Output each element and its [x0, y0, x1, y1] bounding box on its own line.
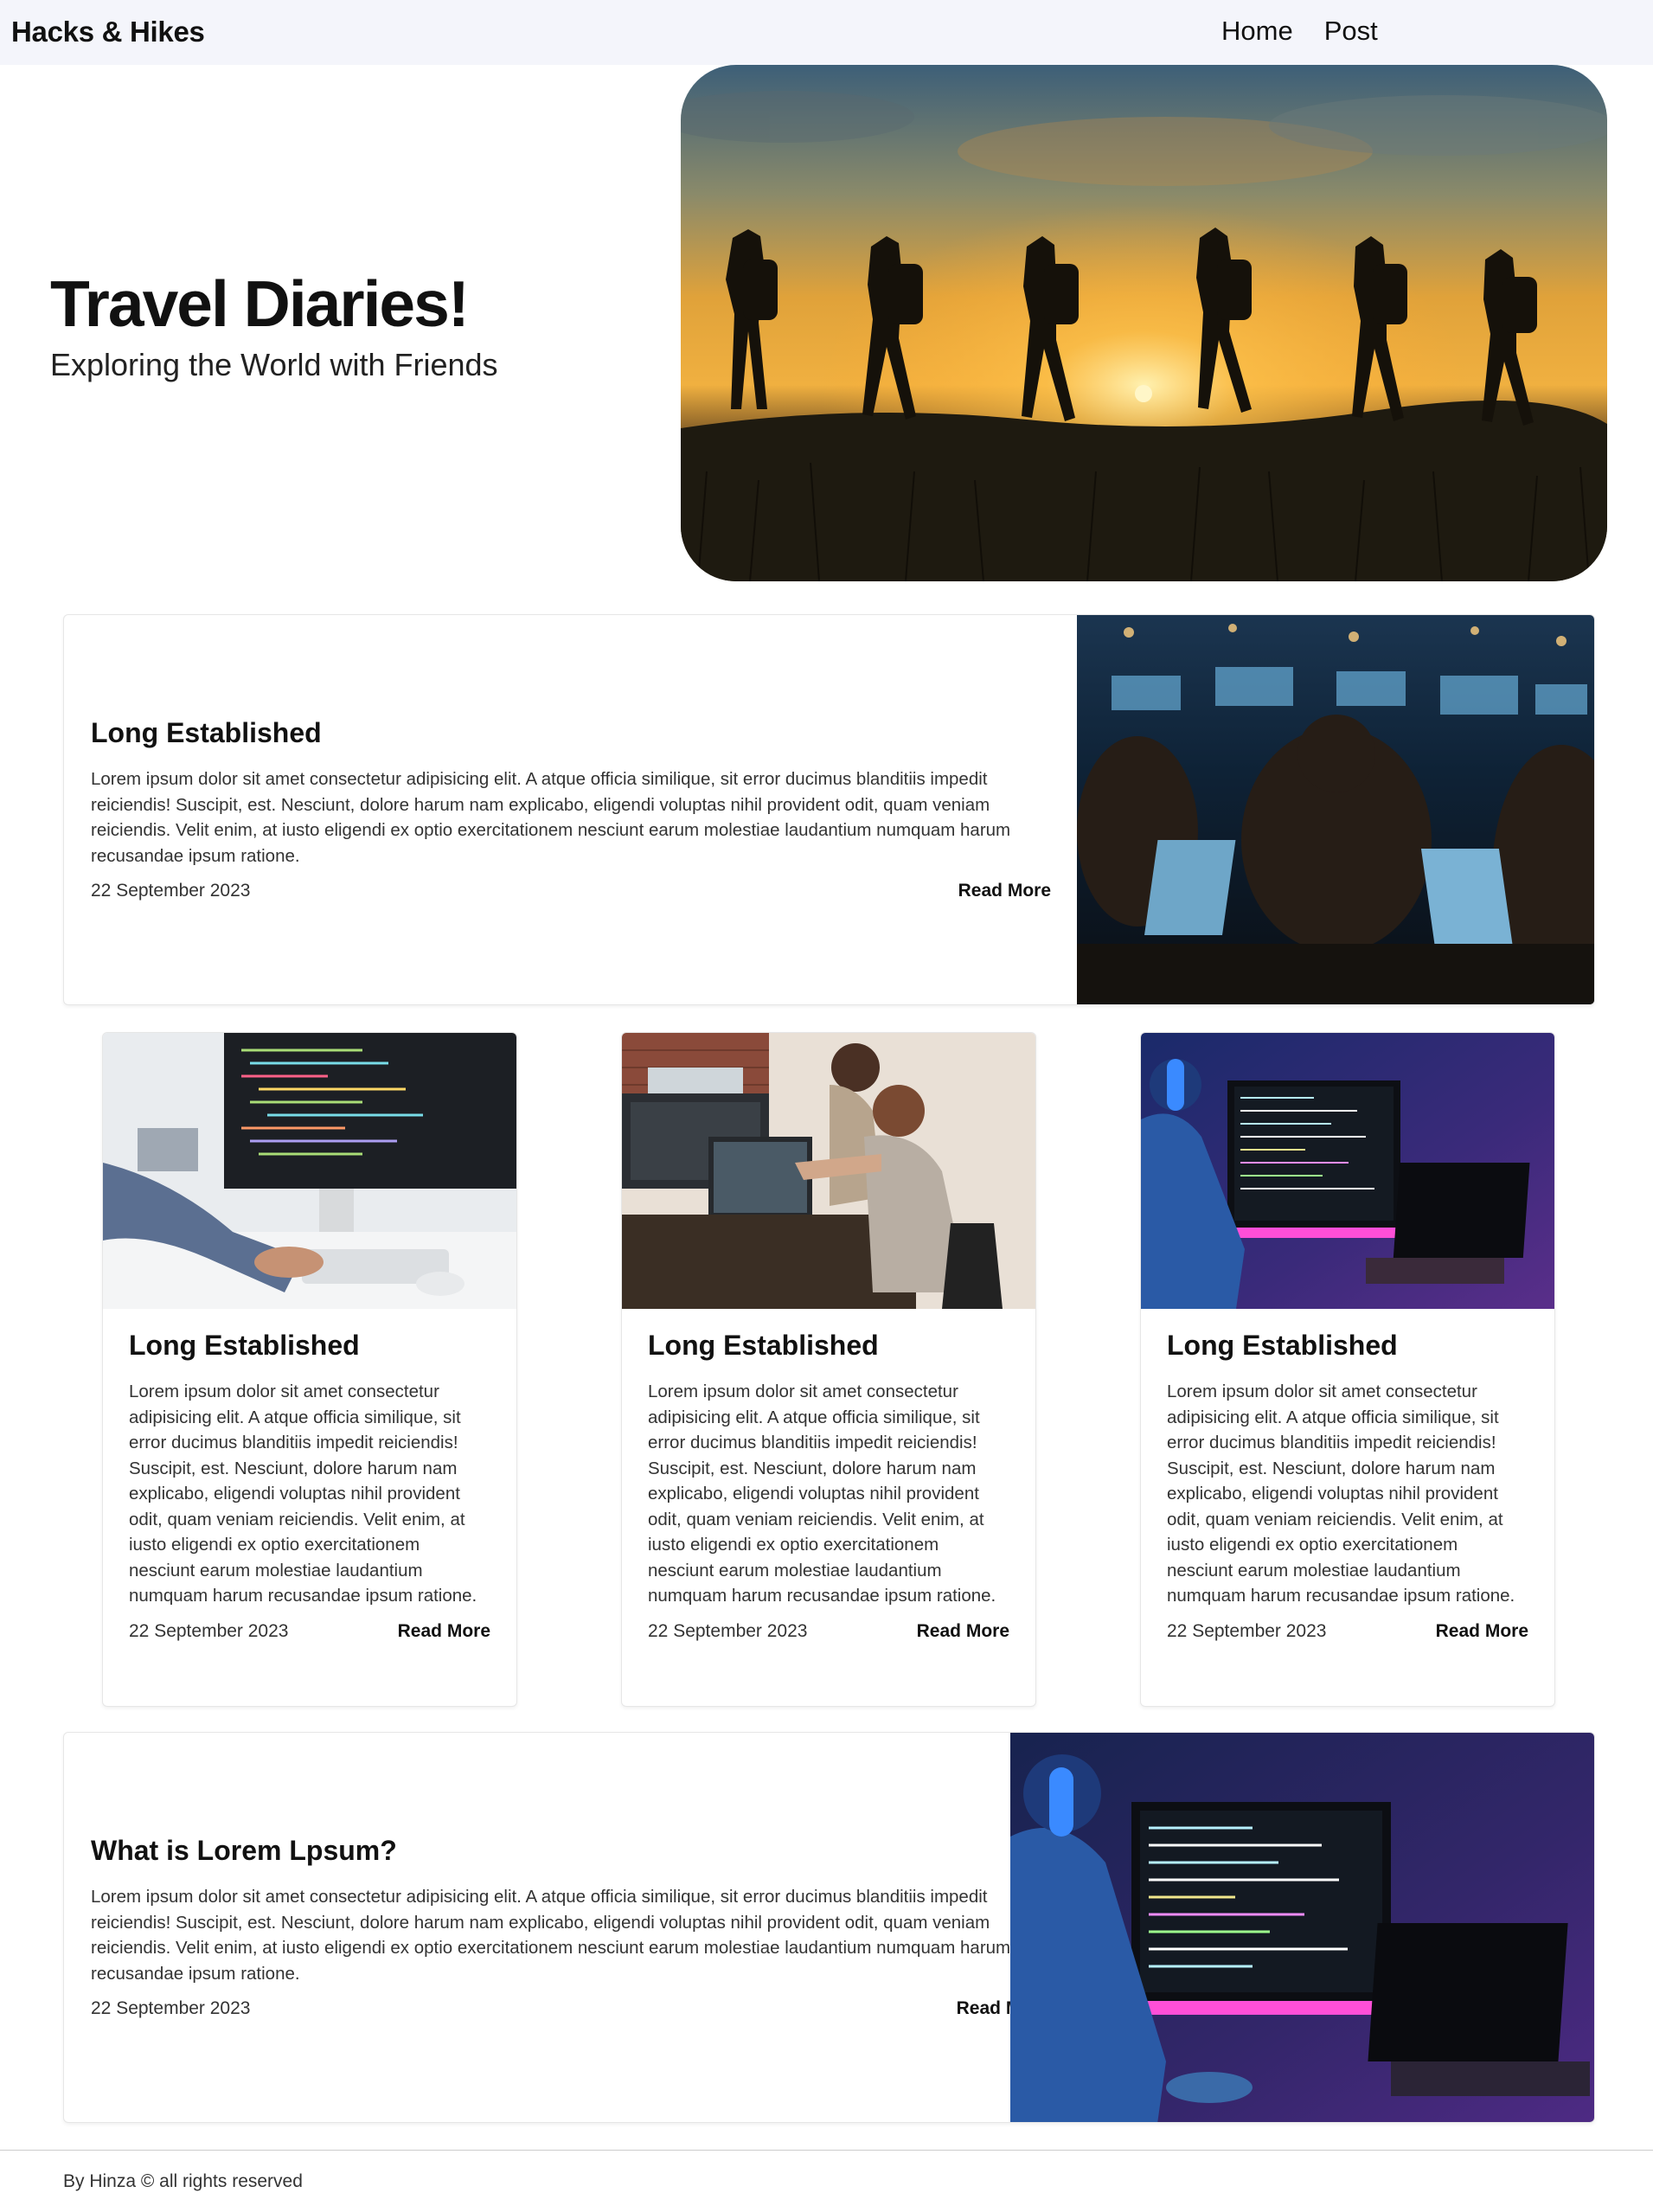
featured-post-excerpt: Lorem ipsum dolor sit amet consectetur a…: [91, 769, 1011, 866]
post-card-image: [622, 1033, 1035, 1309]
nav-links: Home Post: [1221, 16, 1378, 47]
footer-copyright: By Hinza © all rights reserved: [63, 2171, 303, 2191]
post-card-excerpt: Lorem ipsum dolor sit amet consectetur a…: [129, 1382, 477, 1606]
footer-divider: [0, 2150, 1653, 2151]
post-card-image: [103, 1033, 516, 1309]
post-card-image: [1141, 1033, 1554, 1309]
bottom-post-body: What is Lorem Lpsum? Lorem ipsum dolor s…: [91, 1835, 1049, 2019]
hero-title: Travel Diaries!: [50, 267, 470, 340]
brand-logo[interactable]: Hacks & Hikes: [11, 16, 205, 48]
featured-post-date: 22 September 2023: [91, 881, 251, 901]
post-card-body: Long Established Lorem ipsum dolor sit a…: [103, 1309, 516, 1642]
post-card: Long Established Lorem ipsum dolor sit a…: [621, 1032, 1036, 1707]
post-card-title[interactable]: Long Established: [129, 1330, 490, 1362]
post-card-read-more-link[interactable]: Read More: [398, 1621, 490, 1642]
nav-link-post[interactable]: Post: [1324, 16, 1378, 47]
bottom-post-image: [1010, 1733, 1594, 2122]
post-card-meta: 22 September 2023 Read More: [129, 1621, 490, 1642]
hero-text: Travel Diaries! Exploring the World with…: [50, 268, 498, 383]
nav-link-home[interactable]: Home: [1221, 16, 1293, 47]
post-card-date: 22 September 2023: [1167, 1620, 1327, 1641]
featured-post-image: [1077, 615, 1594, 1004]
featured-post-meta: 22 September 2023 Read More: [91, 881, 1051, 901]
post-card-body: Long Established Lorem ipsum dolor sit a…: [1141, 1309, 1554, 1642]
bottom-post-title[interactable]: What is Lorem Lpsum?: [91, 1835, 1049, 1867]
post-card-meta: 22 September 2023 Read More: [1167, 1621, 1528, 1642]
hero-image-hikers: [681, 65, 1607, 581]
post-card: Long Established Lorem ipsum dolor sit a…: [102, 1032, 517, 1707]
bottom-post-excerpt: Lorem ipsum dolor sit amet consectetur a…: [91, 1887, 1011, 1984]
post-card-body: Long Established Lorem ipsum dolor sit a…: [622, 1309, 1035, 1642]
post-card: Long Established Lorem ipsum dolor sit a…: [1140, 1032, 1555, 1707]
bottom-post-card: What is Lorem Lpsum? Lorem ipsum dolor s…: [63, 1732, 1595, 2123]
post-card-excerpt: Lorem ipsum dolor sit amet consectetur a…: [1167, 1382, 1515, 1606]
featured-post-body: Long Established Lorem ipsum dolor sit a…: [91, 717, 1051, 901]
post-card-title[interactable]: Long Established: [648, 1330, 1009, 1362]
post-card-meta: 22 September 2023 Read More: [648, 1621, 1009, 1642]
post-card-title[interactable]: Long Established: [1167, 1330, 1528, 1362]
post-card-date: 22 September 2023: [648, 1620, 808, 1641]
featured-read-more-link[interactable]: Read More: [958, 881, 1051, 901]
bottom-post-meta: 22 September 2023 Read More: [91, 1998, 1049, 2019]
post-card-excerpt: Lorem ipsum dolor sit amet consectetur a…: [648, 1382, 996, 1606]
post-card-read-more-link[interactable]: Read More: [1436, 1621, 1528, 1642]
featured-post-title[interactable]: Long Established: [91, 717, 1051, 749]
post-card-read-more-link[interactable]: Read More: [917, 1621, 1009, 1642]
featured-post-card: Long Established Lorem ipsum dolor sit a…: [63, 614, 1595, 1005]
bottom-post-date: 22 September 2023: [91, 1998, 251, 2018]
hero-subtitle: Exploring the World with Friends: [50, 346, 498, 382]
post-card-date: 22 September 2023: [129, 1620, 289, 1641]
top-navbar: Hacks & Hikes Home Post: [0, 0, 1653, 65]
